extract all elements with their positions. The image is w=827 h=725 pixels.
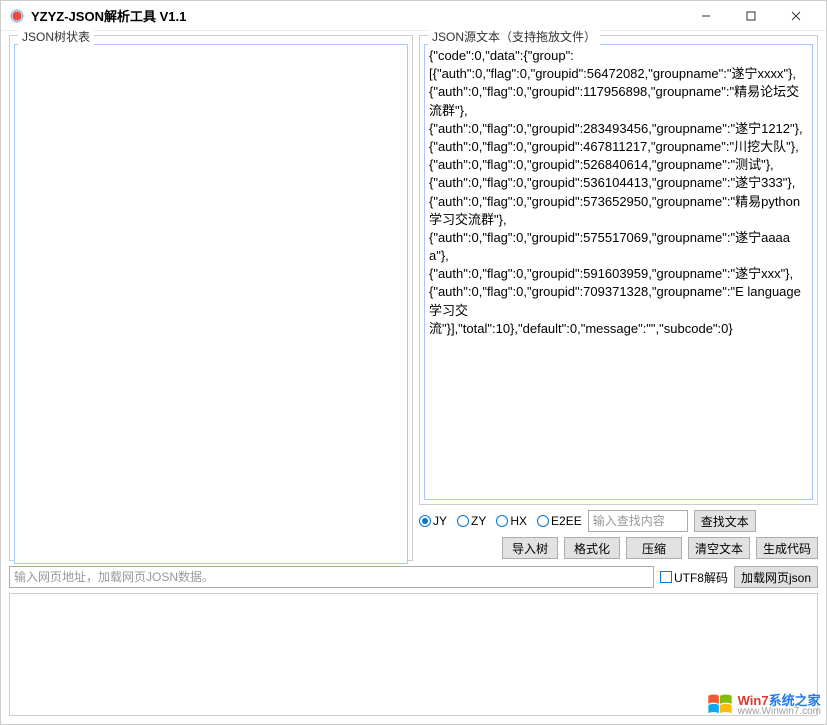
radio-e2ee[interactable]: E2EE	[537, 514, 582, 528]
clear-text-button[interactable]: 清空文本	[688, 537, 750, 559]
radio-jy-label: JY	[433, 514, 447, 528]
radio-icon	[419, 515, 431, 527]
radio-e2ee-label: E2EE	[551, 514, 582, 528]
format-button[interactable]: 格式化	[564, 537, 620, 559]
radio-jy[interactable]: JY	[419, 514, 447, 528]
utf8-checkbox-label: UTF8解码	[674, 569, 728, 586]
find-text-button[interactable]: 查找文本	[694, 510, 756, 532]
radio-hx[interactable]: HX	[496, 514, 527, 528]
url-row: UTF8解码 加载网页json	[9, 565, 818, 589]
window-title: YZYZ-JSON解析工具 V1.1	[31, 6, 683, 25]
load-url-json-button[interactable]: 加载网页json	[734, 566, 818, 588]
maximize-icon	[746, 11, 756, 21]
radio-icon	[537, 515, 549, 527]
top-row: JSON树状表 JSON源文本（支持拖放文件） {"code":0,"data"…	[9, 35, 818, 561]
action-buttons-row: 导入树 格式化 压缩 清空文本 生成代码	[419, 537, 818, 561]
tree-panel-legend: JSON树状表	[18, 28, 94, 45]
app-icon	[9, 8, 25, 24]
close-icon	[791, 11, 801, 21]
minimize-icon	[701, 11, 711, 21]
generate-code-button[interactable]: 生成代码	[756, 537, 818, 559]
close-button[interactable]	[773, 2, 818, 30]
utf8-checkbox[interactable]: UTF8解码	[660, 569, 728, 586]
right-column: JSON源文本（支持拖放文件） {"code":0,"data":{"group…	[419, 35, 818, 561]
radio-zy-label: ZY	[471, 514, 486, 528]
json-source-textarea[interactable]: {"code":0,"data":{"group": [{"auth":0,"f…	[424, 44, 813, 500]
minimize-button[interactable]	[683, 2, 728, 30]
checkbox-icon	[660, 571, 672, 583]
radio-search-row: JY ZY HX E2EE 查找文本	[419, 509, 818, 533]
url-input[interactable]	[9, 566, 654, 588]
source-panel-legend: JSON源文本（支持拖放文件）	[428, 28, 600, 45]
tree-panel: JSON树状表	[9, 35, 413, 561]
compress-button[interactable]: 压缩	[626, 537, 682, 559]
json-tree-view[interactable]	[14, 44, 408, 564]
source-panel: JSON源文本（支持拖放文件） {"code":0,"data":{"group…	[419, 35, 818, 505]
output-textarea[interactable]	[9, 593, 818, 716]
search-input[interactable]	[588, 510, 688, 532]
window-controls	[683, 2, 818, 30]
radio-icon	[496, 515, 508, 527]
format-radio-group: JY ZY HX E2EE	[419, 514, 582, 528]
radio-zy[interactable]: ZY	[457, 514, 486, 528]
radio-hx-label: HX	[510, 514, 527, 528]
import-tree-button[interactable]: 导入树	[502, 537, 558, 559]
titlebar: YZYZ-JSON解析工具 V1.1	[1, 1, 826, 31]
maximize-button[interactable]	[728, 2, 773, 30]
app-body: JSON树状表 JSON源文本（支持拖放文件） {"code":0,"data"…	[1, 31, 826, 724]
radio-icon	[457, 515, 469, 527]
app-window: YZYZ-JSON解析工具 V1.1 JSON树状表 JSO	[0, 0, 827, 725]
